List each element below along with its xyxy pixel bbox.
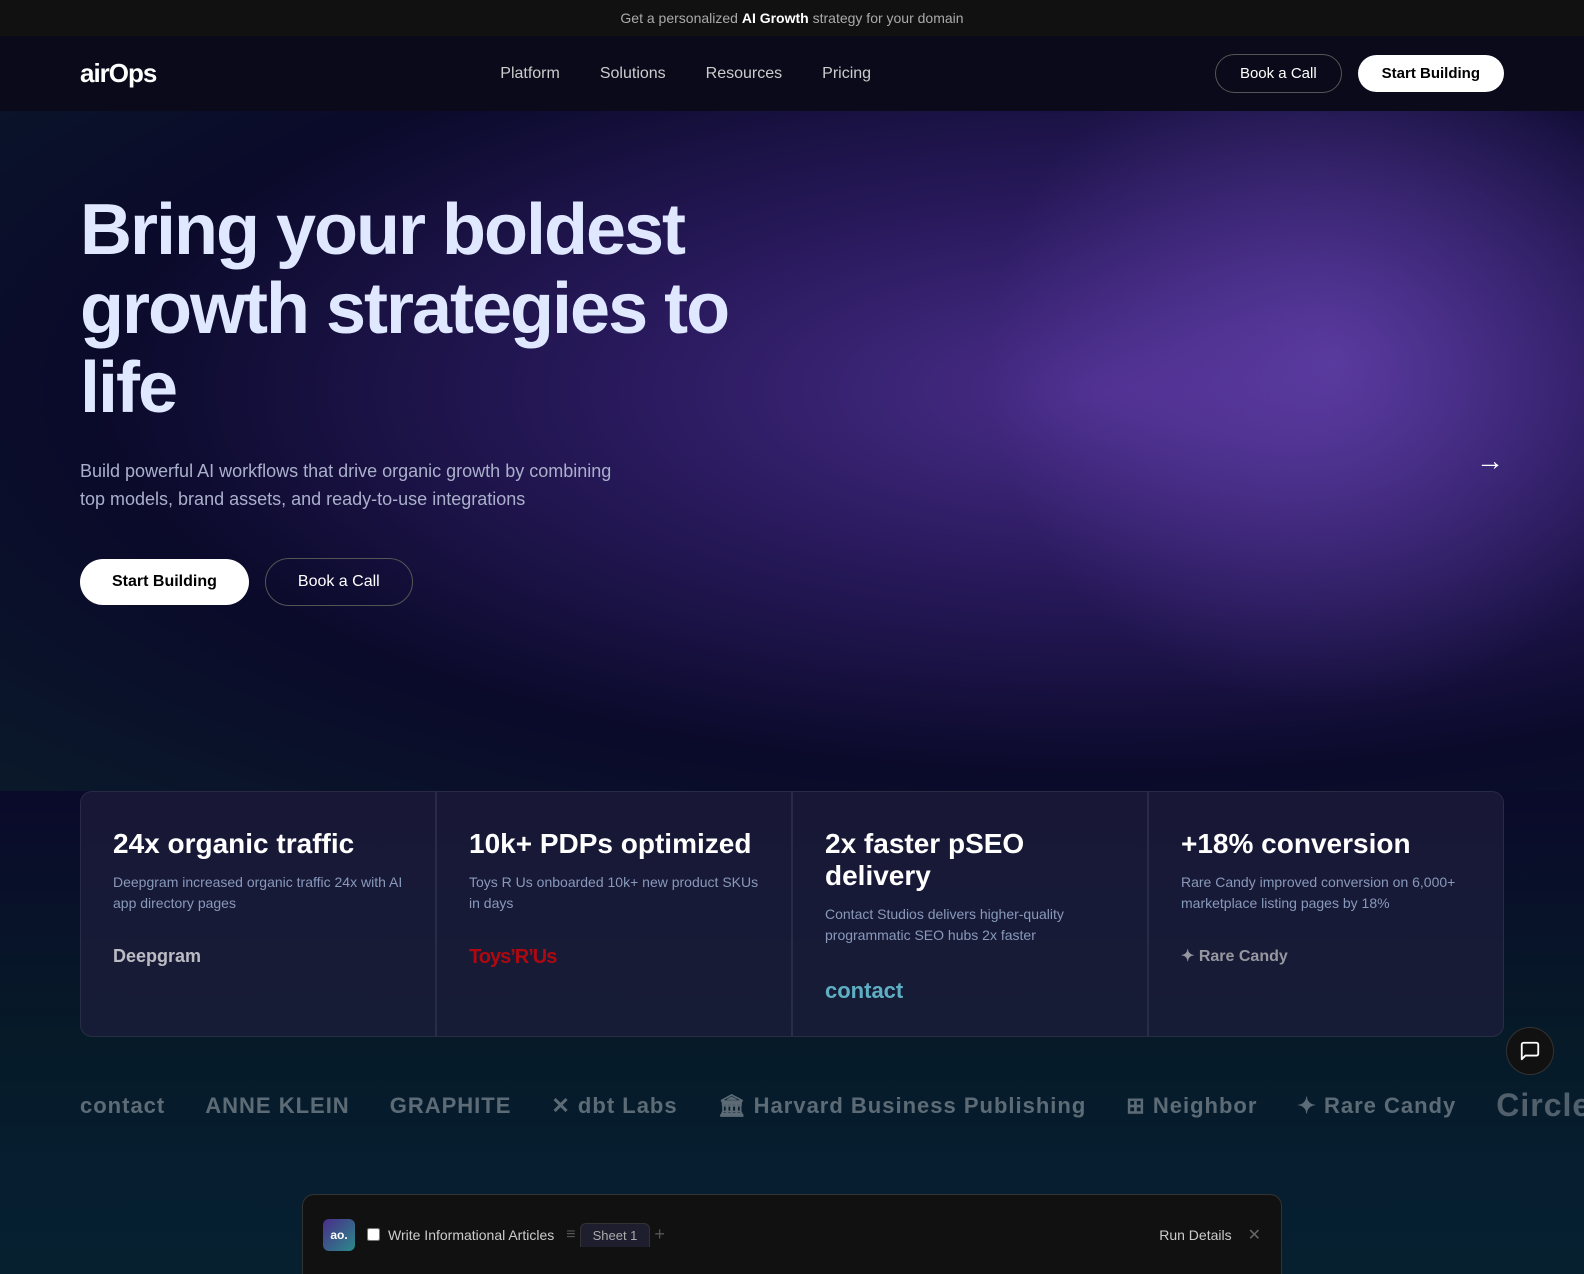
logo-rare-candy: ✦ Rare Candy (1297, 1093, 1456, 1119)
hero-buttons: Start Building Book a Call (80, 558, 830, 606)
stat-logo-2: contact (825, 978, 1115, 1004)
stat-card-1: 10k+ PDPs optimized Toys R Us onboarded … (436, 791, 792, 1037)
logo-neighbor: ⊞ Neighbor (1126, 1093, 1257, 1119)
stat-card-2: 2x faster pSEO delivery Contact Studios … (792, 791, 1148, 1037)
hero-start-building-button[interactable]: Start Building (80, 559, 249, 605)
navbar: airOps Platform Solutions Resources Pric… (0, 36, 1584, 111)
app-close-button[interactable]: ✕ (1248, 1225, 1261, 1245)
hero-title: Bring your boldest growth strategies to … (80, 191, 830, 429)
app-preview-bar: ao. Write Informational Articles ≡ Sheet… (302, 1194, 1282, 1274)
nav-links: Platform Solutions Resources Pricing (500, 65, 871, 83)
nav-item-solutions[interactable]: Solutions (600, 65, 666, 83)
stat-desc-2: Contact Studios delivers higher-quality … (825, 904, 1115, 946)
logo-dbt-labs: ✕ dbt Labs (551, 1093, 677, 1119)
nav-book-call-button[interactable]: Book a Call (1215, 54, 1342, 93)
app-title: Write Informational Articles (388, 1227, 554, 1243)
chat-bubble-button[interactable] (1506, 1027, 1554, 1075)
stat-card-3: +18% conversion Rare Candy improved conv… (1148, 791, 1504, 1037)
stat-number-0: 24x organic traffic (113, 828, 403, 860)
logo-bar: contact ANNE KLEIN GRAPHITE ✕ dbt Labs 🏛… (0, 1037, 1584, 1174)
top-banner: Get a personalized AI Growth strategy fo… (0, 0, 1584, 36)
logo-harvard: 🏛 Harvard Business Publishing (718, 1093, 1087, 1119)
stats-section: 24x organic traffic Deepgram increased o… (0, 791, 1584, 1037)
stat-logo-0: Deepgram (113, 946, 403, 967)
hero-next-arrow[interactable]: → (1476, 445, 1504, 477)
stats-grid: 24x organic traffic Deepgram increased o… (80, 791, 1504, 1037)
section-bottom: ao. Write Informational Articles ≡ Sheet… (0, 1174, 1584, 1274)
hero-book-call-button[interactable]: Book a Call (265, 558, 413, 606)
stat-card-0: 24x organic traffic Deepgram increased o… (80, 791, 436, 1037)
hero-section: Bring your boldest growth strategies to … (0, 111, 1584, 811)
nav-start-building-button[interactable]: Start Building (1358, 55, 1504, 92)
stat-number-3: +18% conversion (1181, 828, 1471, 860)
logo-graphite: GRAPHITE (390, 1093, 512, 1119)
nav-actions: Book a Call Start Building (1215, 54, 1504, 93)
add-sheet-button[interactable]: + (654, 1224, 665, 1245)
logo-circle: Circle (1496, 1087, 1584, 1124)
app-sheet-tab[interactable]: Sheet 1 (580, 1223, 651, 1247)
stat-number-2: 2x faster pSEO delivery (825, 828, 1115, 892)
app-tab-bar: ≡ Sheet 1 + (566, 1223, 665, 1247)
hero-subtitle: Build powerful AI workflows that drive o… (80, 457, 640, 515)
logo-contact: contact (80, 1093, 165, 1119)
stat-number-1: 10k+ PDPs optimized (469, 828, 759, 860)
nav-item-pricing[interactable]: Pricing (822, 65, 871, 83)
stat-desc-0: Deepgram increased organic traffic 24x w… (113, 872, 403, 914)
app-run-details[interactable]: Run Details (1159, 1227, 1231, 1243)
stat-desc-1: Toys R Us onboarded 10k+ new product SKU… (469, 872, 759, 914)
banner-text: Get a personalized AI Growth strategy fo… (620, 10, 963, 26)
stat-desc-3: Rare Candy improved conversion on 6,000+… (1181, 872, 1471, 914)
stat-logo-1: Toys’R’Us (469, 946, 759, 969)
logo[interactable]: airOps (80, 58, 156, 89)
hero-content: Bring your boldest growth strategies to … (80, 191, 830, 606)
app-preview-left: ao. Write Informational Articles ≡ Sheet… (323, 1219, 665, 1251)
logo-anne-klein: ANNE KLEIN (205, 1093, 349, 1119)
nav-item-platform[interactable]: Platform (500, 65, 560, 83)
app-checkbox[interactable] (367, 1228, 380, 1241)
nav-item-resources[interactable]: Resources (706, 65, 782, 83)
app-icon: ao. (323, 1219, 355, 1251)
stat-logo-3: ✦ Rare Candy (1181, 946, 1471, 966)
